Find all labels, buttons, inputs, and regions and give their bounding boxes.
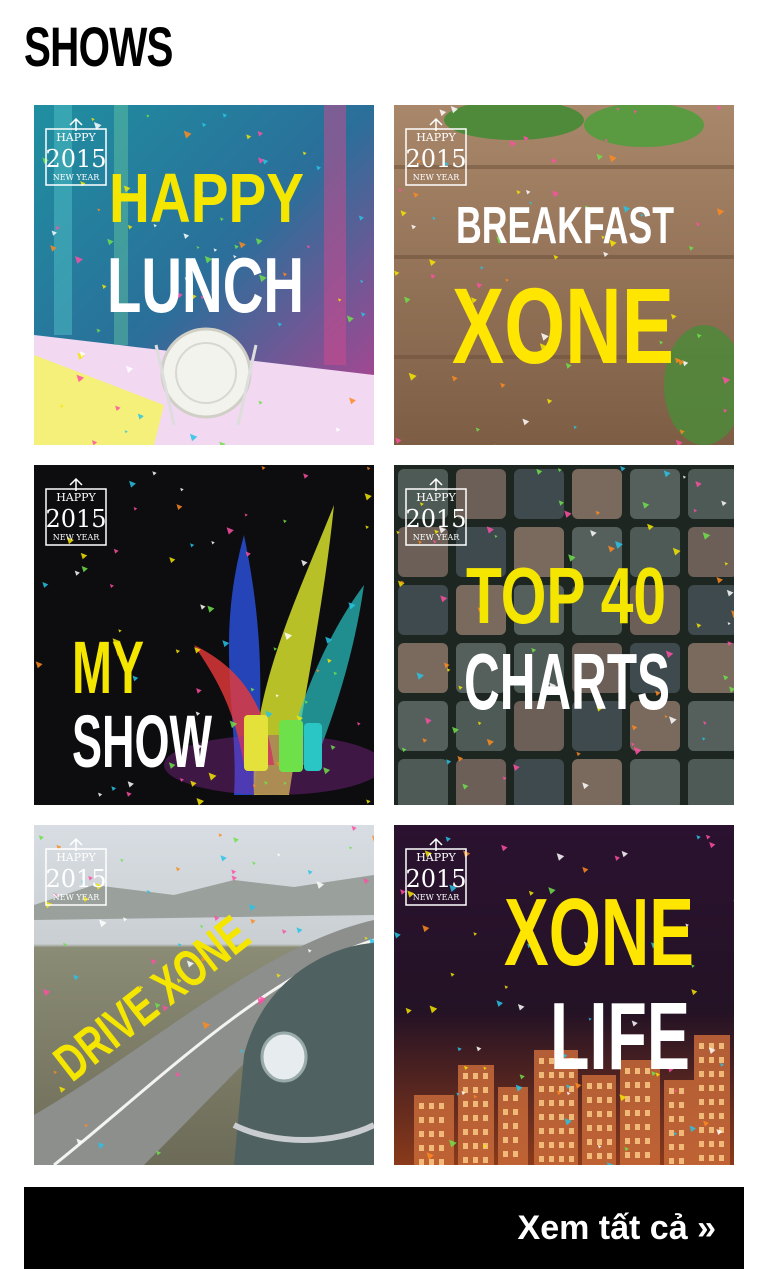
show-title-line2: SHOW (72, 700, 212, 783)
badge-bottom: NEW YEAR (413, 173, 461, 182)
badge-year: 2015 (405, 145, 466, 173)
happy-lunch-artwork: HAPPY LUNCH HAPPY2015NEW YEAR (34, 105, 374, 445)
view-all-button[interactable]: Xem tất cả » (24, 1187, 744, 1269)
show-title-line2: CHARTS (464, 637, 670, 726)
show-tile-drive-xone[interactable]: DRIVE XONE HAPPY 2015 NEW YEAR (34, 825, 374, 1165)
show-tile-breakfast-xone[interactable]: BREAKFAST XONE HAPPY 2015 NEW YEAR (394, 105, 734, 445)
show-tile-top-40-charts[interactable]: TOP 40 CHARTS HAPPY 2015 NEW YEAR (394, 465, 734, 805)
page-title: SHOWS (24, 15, 173, 78)
show-title-line2: LUNCH (107, 241, 304, 329)
badge-year: 2015 (45, 505, 106, 533)
show-title-line2: LIFE (550, 983, 690, 1090)
breakfast-xone-artwork: BREAKFAST XONE HAPPY2015NEW YEAR (394, 105, 734, 445)
badge-top: HAPPY (56, 131, 96, 144)
happy-2015-badge: HAPPY2015NEW YEAR (405, 837, 467, 906)
badge-top: HAPPY (416, 131, 456, 144)
top-40-charts-artwork: TOP 40 CHARTS HAPPY2015NEW YEAR (394, 465, 734, 805)
show-tile-my-show[interactable]: MY SHOW HAPPY 2015 NEW YEAR (34, 465, 374, 805)
badge-year: 2015 (45, 865, 106, 893)
badge-bottom: NEW YEAR (413, 893, 461, 902)
happy-2015-badge: HAPPY2015NEW YEAR (45, 477, 107, 546)
show-title-line2: XONE (452, 265, 674, 386)
happy-2015-badge: HAPPY2015NEW YEAR (405, 117, 467, 186)
show-title-line1: BREAKFAST (456, 197, 674, 255)
happy-2015-badge: HAPPY2015NEW YEAR (45, 117, 107, 186)
badge-top: HAPPY (56, 851, 96, 864)
badge-year: 2015 (45, 145, 106, 173)
badge-bottom: NEW YEAR (53, 893, 101, 902)
badge-year: 2015 (405, 505, 466, 533)
show-tile-xone-life[interactable]: XONE LIFE HAPPY 2015 NEW YEAR (394, 825, 734, 1165)
badge-bottom: NEW YEAR (53, 533, 101, 542)
show-title-line1: XONE (504, 879, 694, 986)
badge-top: HAPPY (416, 851, 456, 864)
show-title-line1: HAPPY (109, 159, 304, 237)
drive-xone-artwork: DRIVE XONE HAPPY2015NEW YEAR (34, 825, 374, 1165)
badge-bottom: NEW YEAR (53, 173, 101, 182)
show-title-line1: TOP 40 (466, 551, 666, 640)
badge-year: 2015 (405, 865, 466, 893)
show-title-line1: MY (72, 626, 144, 709)
badge-bottom: NEW YEAR (413, 533, 461, 542)
badge-top: HAPPY (56, 491, 96, 504)
xone-life-artwork: XONE LIFE HAPPY2015NEW YEAR (394, 825, 734, 1165)
happy-2015-badge: HAPPY2015NEW YEAR (405, 477, 467, 546)
show-tile-happy-lunch[interactable]: HAPPY LUNCH HAPPY 2015 NEW YEAR (34, 105, 374, 445)
my-show-artwork: MY SHOW HAPPY2015NEW YEAR (34, 465, 374, 805)
happy-2015-badge: HAPPY2015NEW YEAR (45, 837, 107, 906)
badge-top: HAPPY (416, 491, 456, 504)
